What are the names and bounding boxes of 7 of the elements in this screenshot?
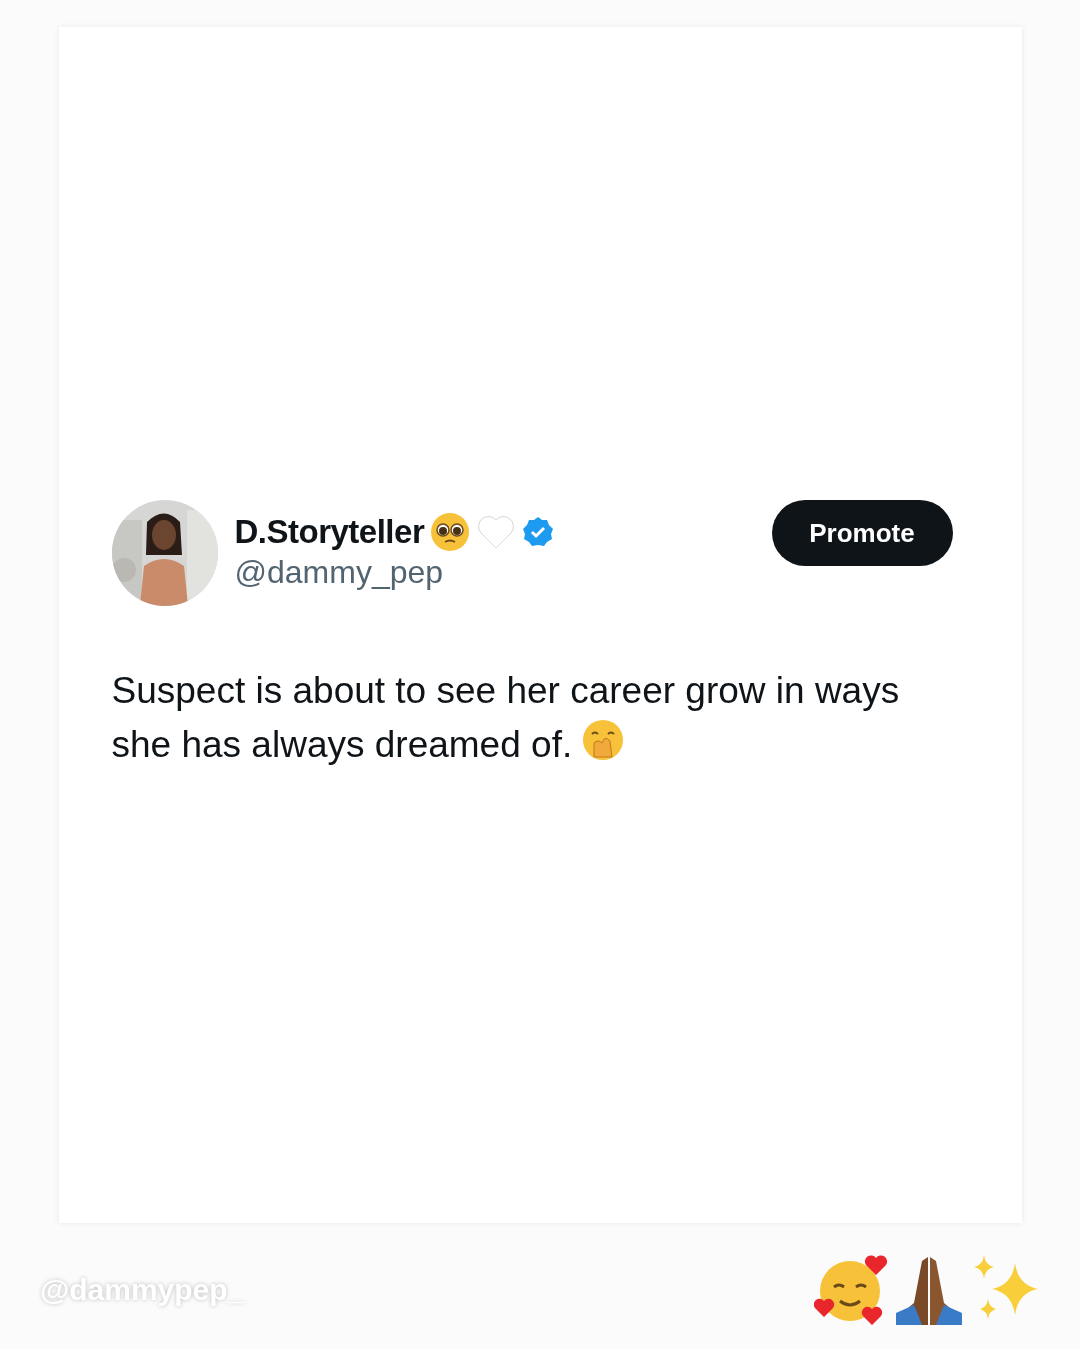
pleading-face-icon (430, 512, 471, 552)
display-name: D.Storyteller (234, 513, 425, 551)
user-handle: @dammy_pep (234, 554, 445, 591)
face-with-hand-over-mouth-icon (582, 718, 625, 761)
promote-button[interactable]: Promote (771, 500, 953, 566)
tweet-text: Suspect is about to see her career grow in ways she has always dreamed of. (111, 669, 901, 767)
smiling-face-with-hearts-icon (814, 1253, 888, 1327)
